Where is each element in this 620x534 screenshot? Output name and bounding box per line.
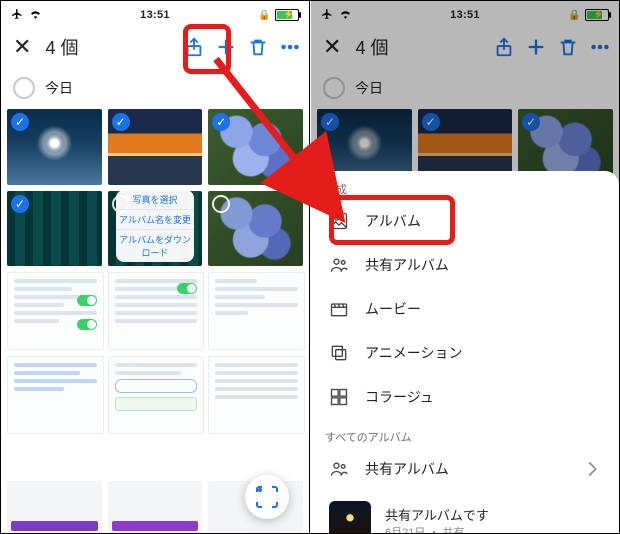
album-title: 共有アルバムです — [385, 505, 489, 524]
shared-album-icon — [329, 459, 349, 479]
context-menu[interactable]: 写真を選択 アルバム名を変更 アルバムをダウンロード — [116, 191, 195, 263]
photo-thumb[interactable] — [7, 356, 104, 434]
menu-label: コラージュ — [365, 387, 434, 407]
screenshot-grid — [1, 272, 309, 439]
ios-status-bar: 13:51 🔒 ⚡ — [1, 1, 309, 25]
movie-icon — [329, 299, 349, 319]
photo-thumb[interactable] — [108, 272, 205, 350]
date-section-today[interactable]: 今日 — [1, 69, 309, 103]
photo-thumb[interactable] — [208, 272, 305, 350]
photo-thumb[interactable] — [108, 356, 205, 434]
checkmark-icon: ✓ — [11, 195, 29, 213]
photo-thumb[interactable]: ✓ — [7, 191, 102, 267]
toggle-icon — [77, 295, 97, 306]
share-icon[interactable] — [183, 36, 205, 58]
select-all-radio[interactable] — [13, 77, 35, 99]
more-icon[interactable] — [279, 36, 301, 58]
menu-item-animation[interactable]: アニメーション — [311, 331, 619, 375]
selection-count: 4 個 — [45, 34, 78, 60]
toggle-icon — [77, 319, 97, 330]
photo-thumb[interactable] — [108, 481, 203, 534]
album-subtitle: 6月21日 ・ 共有 — [385, 524, 489, 534]
photo-thumb[interactable]: ✓ — [208, 109, 303, 185]
menu-item-album[interactable]: アルバム — [311, 199, 619, 243]
menu-label: ムービー — [365, 299, 421, 319]
sheet-section-label: すべてのアルバム — [311, 419, 619, 447]
menu-item-shared-album[interactable]: 共有アルバム — [311, 243, 619, 287]
lens-fab-button[interactable] — [245, 475, 289, 519]
trash-icon[interactable] — [247, 36, 269, 58]
menu-label: 共有アルバム — [365, 459, 449, 479]
album-thumb — [329, 501, 371, 534]
photo-thumb[interactable] — [208, 356, 305, 434]
close-selection-button[interactable]: ✕ — [9, 32, 35, 62]
checkmark-icon — [212, 195, 230, 213]
menu-label: アニメーション — [365, 343, 462, 363]
checkmark-icon: ✓ — [11, 113, 29, 131]
menu-item-all-shared-albums[interactable]: 共有アルバム — [311, 447, 619, 491]
add-to-button[interactable] — [215, 36, 237, 58]
photo-thumb[interactable]: ✓ — [108, 109, 203, 185]
existing-album-row[interactable]: 共有アルバムです 6月21日 ・ 共有 — [311, 491, 619, 534]
phone-left: 13:51 🔒 ⚡ ✕ 4 個 — [1, 1, 310, 534]
photo-thumb[interactable]: 写真を選択 アルバム名を変更 アルバムをダウンロード — [108, 191, 203, 267]
checkmark-icon: ✓ — [112, 113, 130, 131]
section-label: 今日 — [45, 78, 73, 98]
menu-item-movie[interactable]: ムービー — [311, 287, 619, 331]
sheet-section-label: 作成 — [311, 171, 619, 199]
collage-icon — [329, 387, 349, 407]
animation-icon — [329, 343, 349, 363]
menu-item-collage[interactable]: コラージュ — [311, 375, 619, 419]
add-to-sheet: 作成 アルバム 共有アルバム ムービー — [311, 171, 619, 534]
menu-label: アルバム — [365, 211, 421, 231]
menu-label: 共有アルバム — [365, 255, 449, 275]
photo-thumb[interactable] — [208, 191, 303, 267]
phone-right: 13:51 🔒 ⚡ ✕ 4 個 今日 ✓ ✓ ✓ — [311, 1, 619, 534]
photo-thumb[interactable]: ✓ — [7, 109, 102, 185]
album-icon — [329, 211, 349, 231]
tutorial-stage: 13:51 🔒 ⚡ ✕ 4 個 — [0, 0, 620, 534]
shared-album-icon — [329, 255, 349, 275]
photo-thumb[interactable] — [7, 481, 102, 534]
toggle-icon — [177, 283, 197, 294]
selection-toolbar: ✕ 4 個 — [1, 25, 309, 69]
battery-icon: ⚡ — [275, 9, 299, 21]
photo-grid: ✓ ✓ ✓ ✓ 写真を選択 アルバム名を変更 アルバムをダ — [1, 103, 309, 272]
photo-thumb[interactable] — [7, 272, 104, 350]
status-time: 13:51 — [1, 9, 309, 21]
